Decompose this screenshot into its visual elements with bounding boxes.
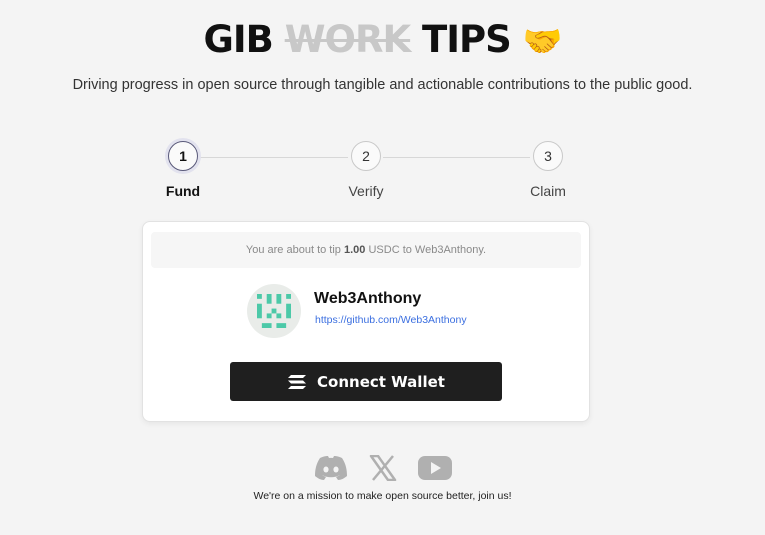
solana-icon: [288, 374, 307, 389]
title-work-strikethrough: WORK: [284, 18, 411, 61]
notice-suffix: USDC to Web3Anthony.: [368, 244, 487, 256]
step-claim[interactable]: 3 Claim: [508, 141, 588, 199]
tip-amount: 1.00: [343, 244, 366, 256]
connect-wallet-label: Connect Wallet: [317, 372, 445, 391]
identicon-icon: [257, 294, 291, 328]
footer-mission-text: We're on a mission to make open source b…: [253, 490, 512, 502]
step-number: 3: [533, 141, 563, 171]
step-label: Claim: [530, 183, 566, 199]
tip-card: You are about to tip 1.00 USDC to Web3An…: [142, 221, 590, 422]
step-number: 1: [168, 141, 198, 171]
tip-notice: You are about to tip 1.00 USDC to Web3An…: [151, 232, 581, 268]
step-verify[interactable]: 2 Verify: [326, 141, 406, 199]
x-icon[interactable]: [364, 453, 402, 483]
page-subtitle: Driving progress in open source through …: [72, 77, 693, 93]
handshake-icon: 🤝: [522, 22, 563, 60]
title-gib: GIB: [203, 18, 273, 61]
social-links: [0, 452, 765, 484]
youtube-icon[interactable]: [416, 453, 454, 483]
step-fund[interactable]: 1 Fund: [143, 141, 223, 199]
title-tips: TIPS: [422, 18, 512, 61]
page-title: GIB WORK TIPS 🤝: [0, 18, 765, 61]
recipient-github-link[interactable]: https://github.com/Web3Anthony: [315, 314, 467, 326]
step-label: Fund: [165, 183, 201, 199]
notice-prefix: You are about to tip: [245, 244, 341, 256]
recipient-name: Web3Anthony: [314, 290, 422, 307]
discord-icon[interactable]: [312, 453, 350, 483]
connect-wallet-button[interactable]: Connect Wallet: [230, 362, 502, 401]
step-number: 2: [351, 141, 381, 171]
progress-stepper: 1 Fund 2 Verify 3 Claim: [0, 141, 765, 201]
step-label: Verify: [348, 183, 384, 199]
avatar: [247, 284, 301, 338]
